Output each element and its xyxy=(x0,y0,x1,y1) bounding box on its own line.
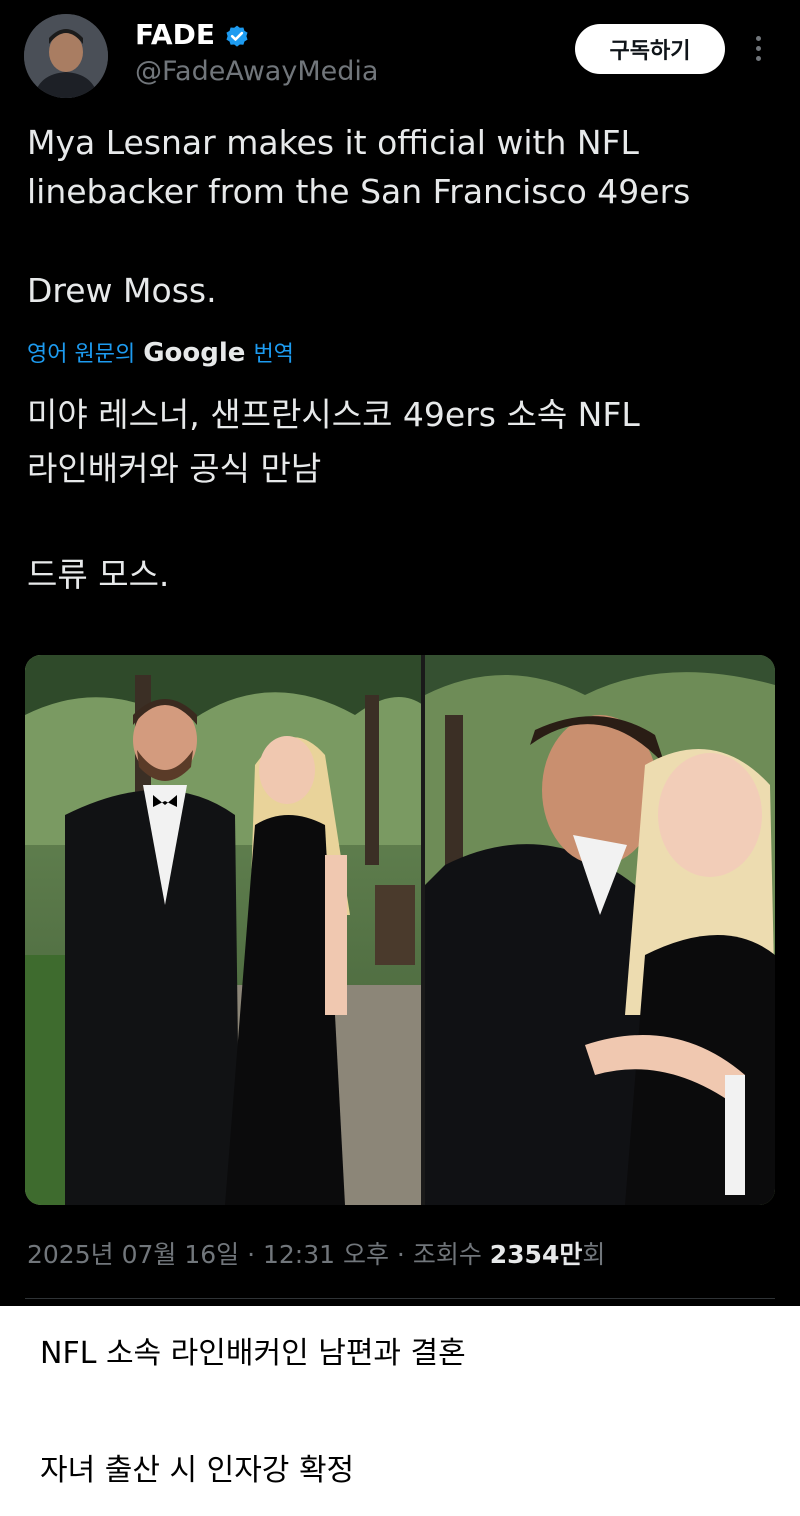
google-logo: Google xyxy=(143,338,246,368)
tweet-text-line: linebacker from the San Francisco 49ers xyxy=(27,172,691,211)
translated-text-line: 미야 레스너, 샌프란시스코 49ers 소속 NFL xyxy=(27,395,640,434)
tweet-text-line: Drew Moss. xyxy=(27,271,217,310)
translate-suffix: 번역 xyxy=(253,342,294,367)
caption-line: 자녀 출산 시 인자강 확정 xyxy=(40,1453,355,1488)
tweet-card: FADE @FadeAwayMedia 구독하기 Mya Lesnar make… xyxy=(0,0,800,1306)
avatar[interactable] xyxy=(24,14,108,98)
verified-badge-icon xyxy=(226,25,248,47)
view-count: 2354만 xyxy=(489,1240,583,1269)
view-count-suffix: 회 xyxy=(582,1240,606,1269)
author-handle[interactable]: @FadeAwayMedia xyxy=(135,56,378,87)
translate-link[interactable]: 영어 원문의 Google 번역 xyxy=(27,336,294,368)
subscribe-button[interactable]: 구독하기 xyxy=(575,24,725,74)
tweet-timestamp[interactable]: 2025년 07월 16일 · 12:31 오후 · 조회수 xyxy=(27,1240,490,1269)
tweet-meta: 2025년 07월 16일 · 12:31 오후 · 조회수 2354만회 xyxy=(27,1235,605,1271)
author-name[interactable]: FADE xyxy=(135,18,215,51)
tweet-text-line: Mya Lesnar makes it official with NFL xyxy=(27,123,639,162)
translate-prefix: 영어 원문의 xyxy=(27,342,136,367)
translated-text-line: 라인배커와 공식 만남 xyxy=(27,449,322,488)
caption-line: NFL 소속 라인배커인 남편과 결혼 xyxy=(40,1336,466,1371)
translated-text-line: 드류 모스. xyxy=(27,555,170,594)
tweet-photo[interactable] xyxy=(25,655,775,1205)
more-dots-icon[interactable] xyxy=(748,32,768,68)
divider xyxy=(25,1298,775,1299)
